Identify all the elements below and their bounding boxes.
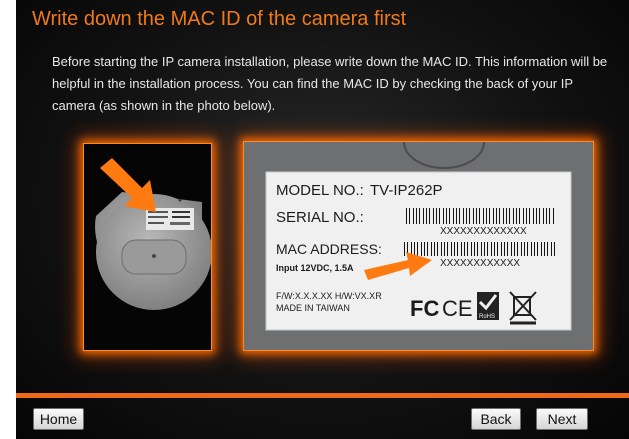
rohs-text: RoHS xyxy=(479,314,495,320)
mac-label-image: MODEL NO.: TV-IP262P SERIAL NO.: XXXXXXX… xyxy=(244,142,593,350)
serial-no-label: SERIAL NO.: xyxy=(276,209,364,226)
ce-icon: CE xyxy=(442,296,473,321)
input-rating: Input 12VDC, 1.5A xyxy=(276,263,354,273)
next-button[interactable]: Next xyxy=(536,408,588,430)
home-button[interactable]: Home xyxy=(33,408,84,430)
serial-code: XXXXXXXXXXXXX xyxy=(440,226,527,237)
camera-back-image xyxy=(95,158,211,310)
fcc-icon: FC xyxy=(410,296,439,321)
window-left-edge xyxy=(0,0,16,439)
model-value: TV-IP262P xyxy=(370,182,443,199)
page-title: Write down the MAC ID of the camera firs… xyxy=(32,8,407,30)
mac-address-label: MAC ADDRESS: xyxy=(276,241,382,257)
arrow-icon xyxy=(100,158,156,212)
model-no-label: MODEL NO.: xyxy=(276,182,364,199)
made-in-text: MADE IN TAIWAN xyxy=(276,303,350,313)
mac-code: XXXXXXXXXXXX xyxy=(440,258,520,269)
rohs-icon: RoHS xyxy=(477,292,499,320)
mac-label-photo: MODEL NO.: TV-IP262P SERIAL NO.: XXXXXXX… xyxy=(243,141,594,351)
instructions-text: Before starting the IP camera installati… xyxy=(52,54,608,113)
firmware-version: F/W:X.X.X.XX H/W:VX.XR xyxy=(276,291,382,301)
back-button[interactable]: Back xyxy=(471,408,521,430)
footer-divider xyxy=(16,393,629,398)
camera-back-photo xyxy=(83,143,212,351)
installation-wizard-window: Write down the MAC ID of the camera firs… xyxy=(16,0,629,439)
